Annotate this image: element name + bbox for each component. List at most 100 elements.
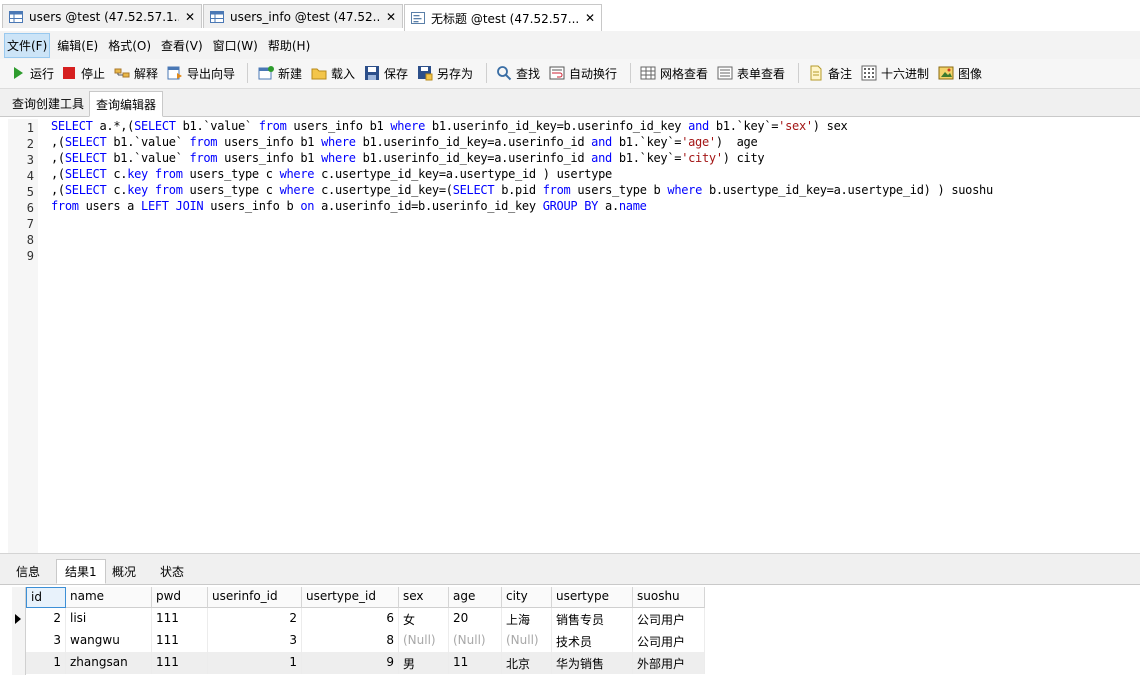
sql-text: b1.userinfo_id_key=a.userinfo_id — [355, 135, 592, 149]
find-label: 查找 — [516, 66, 541, 81]
sql-text: users_type b — [570, 183, 668, 197]
menu-help[interactable]: 帮助(H) — [265, 33, 313, 58]
sql-editor[interactable]: 1 2 3 4 5 6 7 8 9 SELECT a.*,(SELECT b1.`value` … — [0, 117, 1140, 553]
cell-name[interactable]: wangwu — [66, 630, 152, 652]
cell-suoshu[interactable]: 公司用户 — [633, 630, 705, 652]
sql-keyword: from — [258, 119, 287, 133]
line-number: 8 — [26, 233, 34, 247]
cell-userinfo-id[interactable]: 3 — [208, 630, 302, 652]
cell-pwd[interactable]: 111 — [152, 630, 208, 652]
cell-suoshu[interactable]: 外部用户 — [633, 652, 705, 674]
tab-result-1[interactable]: 结果1 — [56, 559, 106, 584]
close-icon[interactable]: ✕ — [585, 11, 595, 25]
sql-line: ,(SELECT c.key from users_type c where c… — [51, 167, 612, 181]
cell-sex[interactable]: 女 — [399, 608, 449, 630]
cell-usertype-id[interactable]: 8 — [302, 630, 399, 652]
menu-format[interactable]: 格式(O) — [105, 33, 154, 58]
cell-userinfo-id[interactable]: 2 — [208, 608, 302, 630]
form-view-button[interactable]: 表单查看 — [717, 63, 785, 83]
sql-keyword: from — [542, 183, 571, 197]
column-header-age[interactable]: age — [449, 587, 502, 608]
window-tab-users[interactable]: users @test (47.52.57.1... ✕ — [2, 4, 202, 28]
sql-keyword: from — [51, 199, 79, 213]
sql-text: b1.`value` — [106, 135, 190, 149]
column-header-city[interactable]: city — [502, 587, 552, 608]
column-header-usertype-id[interactable]: usertype_id — [302, 587, 399, 608]
load-button[interactable]: 载入 — [311, 63, 355, 83]
sql-text: ,( — [51, 151, 65, 165]
find-button[interactable]: 查找 — [496, 63, 540, 83]
cell-suoshu[interactable]: 公司用户 — [633, 608, 705, 630]
image-button[interactable]: 图像 — [938, 63, 982, 83]
column-header-usertype[interactable]: usertype — [552, 587, 633, 608]
cell-usertype-id[interactable]: 6 — [302, 608, 399, 630]
menu-file[interactable]: 文件(F) — [4, 32, 51, 58]
tab-profile[interactable]: 概况 — [104, 559, 144, 583]
tab-query-builder[interactable]: 查询创建工具 — [6, 91, 90, 115]
result-tab-bar: 信息 结果1 概况 状态 — [0, 559, 1140, 585]
grid-view-button[interactable]: 网格查看 — [640, 63, 708, 83]
cell-city[interactable]: (Null) — [502, 630, 552, 652]
window-tab-query-untitled[interactable]: 无标题 @test (47.52.57... ✕ — [404, 4, 602, 31]
export-wizard-button[interactable]: 导出向导 — [167, 63, 235, 83]
sql-text: c. — [106, 167, 128, 181]
explain-icon — [114, 68, 130, 78]
sql-keyword: name — [618, 199, 647, 213]
save-as-button[interactable]: 另存为 — [417, 63, 473, 83]
tab-status[interactable]: 状态 — [152, 559, 192, 583]
sql-text: users_info b1 — [217, 135, 322, 149]
cell-pwd[interactable]: 111 — [152, 652, 208, 674]
memo-button[interactable]: 备注 — [808, 63, 852, 83]
cell-id[interactable]: 1 — [26, 652, 66, 674]
cell-usertype[interactable]: 技术员 — [552, 630, 633, 652]
sql-text: users_type c — [182, 167, 280, 181]
tab-info[interactable]: 信息 — [8, 559, 48, 583]
new-button[interactable]: 新建 — [258, 63, 302, 83]
word-wrap-button[interactable]: 自动换行 — [549, 63, 617, 83]
cell-userinfo-id[interactable]: 1 — [208, 652, 302, 674]
column-header-userinfo-id[interactable]: userinfo_id — [208, 587, 302, 608]
cell-age[interactable]: 11 — [449, 652, 502, 674]
cell-pwd[interactable]: 111 — [152, 608, 208, 630]
close-icon[interactable]: ✕ — [386, 10, 396, 24]
column-header-pwd[interactable]: pwd — [152, 587, 208, 608]
cell-age[interactable]: 20 — [449, 608, 502, 630]
save-button[interactable]: 保存 — [364, 63, 408, 83]
explain-button[interactable]: 解释 — [114, 63, 158, 83]
result-grid[interactable]: id name pwd userinfo_id usertype_id sex age cit… — [0, 585, 1140, 686]
sql-line: ,(SELECT c.key from users_type c where c… — [51, 183, 993, 197]
cell-usertype[interactable]: 销售专员 — [552, 608, 633, 630]
menu-window[interactable]: 窗口(W) — [210, 33, 261, 58]
row-selector-column — [12, 587, 26, 675]
cell-id[interactable]: 2 — [26, 608, 66, 630]
cell-age[interactable]: (Null) — [449, 630, 502, 652]
cell-sex[interactable]: (Null) — [399, 630, 449, 652]
cell-usertype[interactable]: 华为销售 — [552, 652, 633, 674]
cell-name[interactable]: lisi — [66, 608, 152, 630]
cell-name[interactable]: zhangsan — [66, 652, 152, 674]
load-label: 载入 — [331, 66, 356, 81]
column-header-id[interactable]: id — [26, 587, 66, 608]
line-number: 7 — [26, 217, 34, 231]
menu-view[interactable]: 查看(V) — [158, 33, 206, 58]
cell-usertype-id[interactable]: 9 — [302, 652, 399, 674]
sql-keyword: LEFT JOIN — [141, 199, 204, 213]
sql-text: ) city — [722, 151, 765, 165]
hex-button[interactable]: 十六进制 — [861, 63, 929, 83]
run-button[interactable]: 运行 — [10, 63, 54, 83]
cell-id[interactable]: 3 — [26, 630, 66, 652]
stop-button[interactable]: 停止 — [61, 63, 105, 83]
column-header-name[interactable]: name — [66, 587, 152, 608]
cell-city[interactable]: 上海 — [502, 608, 552, 630]
cell-sex[interactable]: 男 — [399, 652, 449, 674]
menu-edit[interactable]: 编辑(E) — [54, 33, 101, 58]
sql-keyword: from — [154, 183, 183, 197]
tab-query-editor[interactable]: 查询编辑器 — [89, 91, 164, 117]
window-tab-users-info[interactable]: users_info @test (47.52... ✕ — [203, 4, 403, 28]
column-header-suoshu[interactable]: suoshu — [633, 587, 705, 608]
close-icon[interactable]: ✕ — [185, 10, 195, 24]
sql-keyword: SELECT — [64, 183, 107, 197]
cell-city[interactable]: 北京 — [502, 652, 552, 674]
column-header-sex[interactable]: sex — [399, 587, 449, 608]
sql-keyword: from — [189, 151, 218, 165]
